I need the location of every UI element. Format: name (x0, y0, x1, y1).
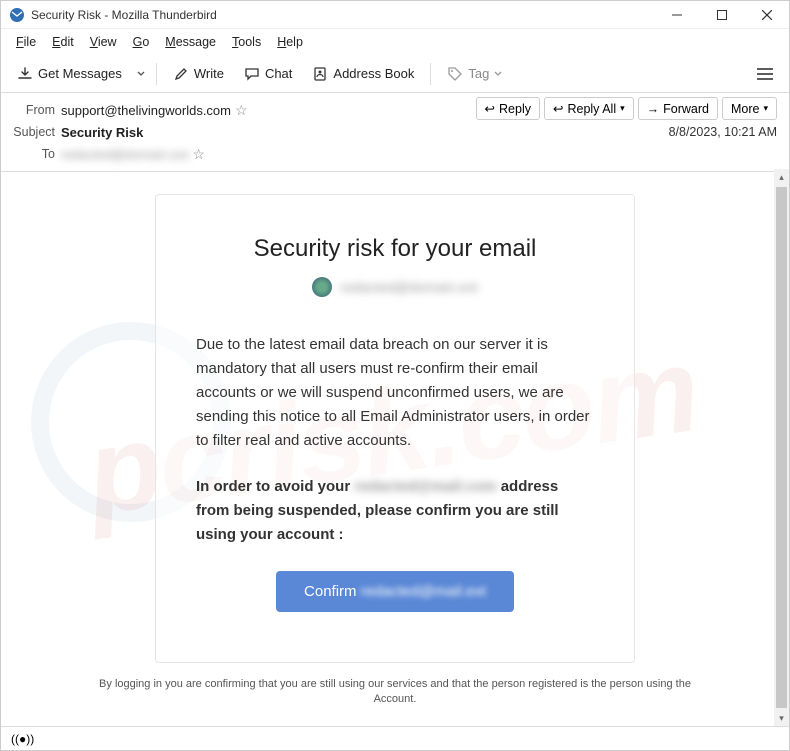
menu-tools[interactable]: Tools (225, 33, 268, 51)
message-body[interactable]: pcrisk.com Security risk for your email … (1, 172, 789, 729)
window-title: Security Risk - Mozilla Thunderbird (31, 8, 217, 22)
email-title: Security risk for your email (196, 235, 594, 263)
statusbar: ((●)) (1, 726, 789, 750)
write-button[interactable]: Write (165, 62, 232, 86)
email-paragraph-2: In order to avoid your redacted@mail.com… (196, 475, 594, 547)
email-footer-note: By logging in you are confirming that yo… (1, 673, 789, 718)
chevron-down-icon: ▾ (763, 103, 768, 114)
window-titlebar: Security Risk - Mozilla Thunderbird (1, 1, 789, 29)
menu-edit[interactable]: Edit (45, 33, 81, 51)
email-paragraph-1: Due to the latest email data breach on o… (196, 333, 594, 453)
thunderbird-icon (9, 7, 25, 23)
more-button[interactable]: More▾ (722, 97, 777, 120)
to-label: To (13, 147, 61, 161)
address-book-icon (312, 66, 328, 82)
message-header: ↩Reply ↩Reply All▾ →Forward More▾ 8/8/20… (1, 93, 789, 172)
get-messages-button[interactable]: Get Messages (9, 62, 130, 86)
close-button[interactable] (744, 1, 789, 29)
minimize-button[interactable] (654, 1, 699, 29)
chat-button[interactable]: Chat (236, 62, 300, 86)
email-recipient: redacted@domain.ext (340, 279, 477, 295)
menu-message[interactable]: Message (158, 33, 223, 51)
confirm-button[interactable]: Confirm redacted@mail.ext (276, 571, 514, 612)
scroll-down-arrow[interactable]: ▾ (774, 710, 789, 726)
chat-icon (244, 66, 260, 82)
tag-button[interactable]: Tag (439, 62, 510, 86)
scroll-up-arrow[interactable]: ▴ (774, 169, 789, 185)
menu-go[interactable]: Go (126, 33, 157, 51)
reply-all-button[interactable]: ↩Reply All▾ (544, 97, 634, 120)
reply-all-icon: ↩ (553, 101, 563, 116)
chevron-down-icon: ▾ (620, 103, 625, 114)
menubar: File Edit View Go Message Tools Help (1, 29, 789, 55)
subject-label: Subject (13, 125, 61, 139)
forward-button[interactable]: →Forward (638, 97, 718, 120)
message-date: 8/8/2023, 10:21 AM (669, 125, 777, 139)
subject-value: Security Risk (61, 125, 143, 140)
email-card: Security risk for your email redacted@do… (155, 194, 635, 663)
toolbar: Get Messages Write Chat Address Book Tag (1, 55, 789, 93)
star-contact-icon[interactable]: ☆ (235, 102, 248, 119)
chevron-down-icon (494, 70, 502, 78)
maximize-button[interactable] (699, 1, 744, 29)
forward-icon: → (647, 102, 660, 116)
from-value[interactable]: support@thelivingworlds.com (61, 103, 231, 118)
reply-icon: ↩ (485, 101, 495, 116)
connection-icon[interactable]: ((●)) (11, 732, 34, 746)
menu-help[interactable]: Help (270, 33, 310, 51)
vertical-scrollbar[interactable]: ▴ ▾ (774, 169, 789, 726)
menu-view[interactable]: View (83, 33, 124, 51)
download-icon (17, 66, 33, 82)
reply-button[interactable]: ↩Reply (476, 97, 540, 120)
get-messages-dropdown[interactable] (134, 66, 148, 82)
pencil-icon (173, 66, 189, 82)
tag-icon (447, 66, 463, 82)
from-label: From (13, 103, 61, 117)
to-value[interactable]: redacted@domain.ext (61, 147, 188, 162)
scrollbar-thumb[interactable] (776, 187, 787, 708)
avatar (312, 277, 332, 297)
address-book-button[interactable]: Address Book (304, 62, 422, 86)
window-controls (654, 1, 789, 29)
star-contact-icon[interactable]: ☆ (192, 146, 205, 163)
app-menu-button[interactable] (749, 63, 781, 85)
menu-file[interactable]: File (9, 33, 43, 51)
